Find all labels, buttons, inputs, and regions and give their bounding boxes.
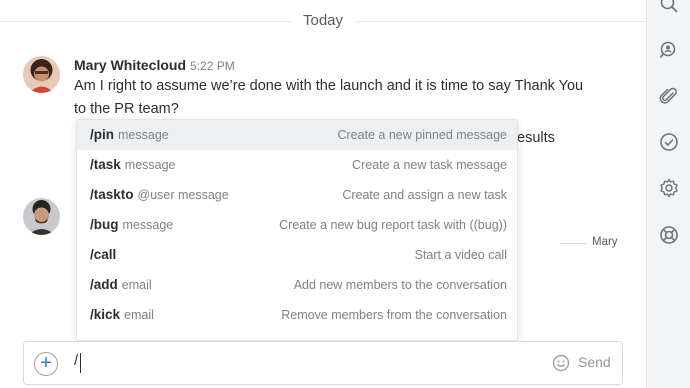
send-button[interactable]: Send bbox=[578, 354, 611, 370]
command-arg: @user message bbox=[137, 188, 229, 202]
plus-icon: + bbox=[40, 352, 52, 374]
emoji-icon[interactable] bbox=[552, 354, 570, 372]
command-option-call[interactable]: /call Start a video call bbox=[77, 240, 517, 270]
command-description: Create a new task message bbox=[352, 158, 507, 172]
right-sidebar bbox=[646, 0, 690, 388]
command-description: Create and assign a new task bbox=[342, 188, 507, 202]
search-icon[interactable] bbox=[659, 0, 679, 14]
command-name: /kick bbox=[90, 307, 121, 322]
day-separator-label: Today bbox=[290, 12, 356, 29]
command-option-pin[interactable]: /pin message Create a new pinned message bbox=[77, 120, 517, 150]
command-option-kick[interactable]: /kick email Remove members from the conve… bbox=[77, 300, 517, 330]
slash-command-popup: /pin message Create a new pinned message … bbox=[76, 119, 518, 341]
read-marker-line bbox=[560, 243, 586, 244]
message-author[interactable]: Mary Whitecloud 5:22 PM bbox=[74, 57, 235, 73]
lifebuoy-icon[interactable] bbox=[659, 225, 679, 245]
command-name: /call bbox=[90, 247, 117, 262]
command-name: /pin bbox=[90, 127, 114, 142]
gear-icon[interactable] bbox=[659, 178, 679, 198]
command-option-add[interactable]: /add email Add new members to the convers… bbox=[77, 270, 517, 300]
command-arg: message bbox=[124, 158, 176, 172]
command-arg: message bbox=[118, 128, 169, 142]
command-arg: email bbox=[124, 308, 154, 322]
paperclip-icon[interactable] bbox=[659, 87, 679, 107]
add-attachment-button[interactable]: + bbox=[34, 352, 58, 376]
command-name: /bug bbox=[90, 217, 119, 232]
message-text-partial: esults bbox=[517, 130, 555, 146]
command-name: /add bbox=[90, 277, 118, 292]
command-arg: message bbox=[122, 218, 174, 232]
check-circle-icon[interactable] bbox=[659, 132, 679, 152]
message-time: 5:22 PM bbox=[190, 59, 235, 73]
message-composer[interactable]: + / Send bbox=[23, 341, 623, 385]
command-description: Create a new bug report task with ((bug)… bbox=[279, 218, 507, 232]
message-text: Am I right to assume we’re done with the… bbox=[74, 78, 584, 117]
command-option-bug[interactable]: /bug message Create a new bug report task… bbox=[77, 210, 517, 240]
author-name: Mary Whitecloud bbox=[74, 57, 187, 73]
command-description: Add new members to the conversation bbox=[293, 278, 507, 292]
command-description: Start a video call bbox=[414, 248, 507, 262]
chat-area: Today Mary Whitecloud 5:22 PM Am I right … bbox=[0, 0, 646, 388]
search-people-icon[interactable] bbox=[659, 40, 679, 60]
command-name: /task bbox=[90, 157, 121, 172]
command-name: /taskto bbox=[90, 187, 134, 202]
command-description: Remove members from the conversation bbox=[281, 308, 507, 322]
command-option-task[interactable]: /task message Create a new task message bbox=[77, 150, 517, 180]
text-caret bbox=[80, 353, 81, 373]
command-description: Create a new pinned message bbox=[337, 128, 507, 142]
message-input[interactable]: / bbox=[74, 352, 78, 369]
avatar[interactable] bbox=[23, 56, 60, 93]
read-marker-name: Mary bbox=[592, 236, 618, 248]
avatar[interactable] bbox=[23, 198, 60, 235]
command-option-taskto[interactable]: /taskto @user message Create and assign a… bbox=[77, 180, 517, 210]
command-arg: email bbox=[121, 278, 152, 292]
